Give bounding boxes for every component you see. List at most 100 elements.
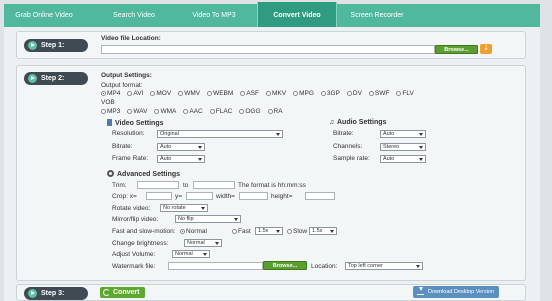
watermark-file-input[interactable] xyxy=(168,262,263,270)
step2-pill: Step 2: xyxy=(24,72,88,85)
app-window: Grab Online Video Search Video Video To … xyxy=(4,2,540,301)
refresh-icon xyxy=(103,289,110,296)
audio-bitrate-label: Bitrate: xyxy=(333,130,354,137)
volume-select[interactable]: Normal xyxy=(172,250,210,258)
radio-icon xyxy=(101,109,106,114)
radio-icon xyxy=(183,109,189,114)
radio-icon xyxy=(267,109,273,114)
arrow-right-icon xyxy=(28,74,37,83)
brightness-label: Change brightness: xyxy=(112,240,169,247)
format-option-aac[interactable]: AAC xyxy=(183,108,203,115)
browse-button[interactable]: Browse... xyxy=(435,45,478,54)
chevron-down-icon xyxy=(215,242,219,245)
tab-grab-online-video[interactable]: Grab Online Video xyxy=(8,4,80,27)
download-icon xyxy=(417,287,424,295)
chevron-down-icon xyxy=(198,146,202,149)
format-option-mp3[interactable]: MP3 xyxy=(101,108,120,115)
format-row-1b: VOB xyxy=(101,99,122,106)
format-option-flac[interactable]: FLAC xyxy=(209,108,232,115)
format-option-webm[interactable]: WEBM xyxy=(207,90,233,97)
format-option-mov[interactable]: MOV xyxy=(150,90,171,97)
channels-label: Channels: xyxy=(333,143,363,150)
trim-label: Trim: xyxy=(112,182,127,189)
format-option-ra[interactable]: RA xyxy=(267,108,283,115)
advanced-settings-heading: Advanced Settings xyxy=(107,170,180,178)
motion-slow-select[interactable]: 1.5x xyxy=(309,227,337,235)
format-option-dv[interactable]: DV xyxy=(346,90,362,97)
output-format-label: Output format: xyxy=(101,82,143,89)
format-row-1: MP4 AVI MOV WMV WEBM ASF MKV MPG 3GP DV SWF FLV xyxy=(101,90,421,97)
radio-icon xyxy=(207,91,213,96)
tab-screen-recorder[interactable]: Screen Recorder xyxy=(338,4,416,27)
step3-panel: Step 3: Convert Download Desktop Version xyxy=(16,284,526,301)
chevron-down-icon xyxy=(419,158,423,161)
format-option-asf[interactable]: ASF xyxy=(240,90,259,97)
video-bitrate-select[interactable]: Auto xyxy=(157,143,205,151)
radio-icon xyxy=(265,91,271,96)
output-settings-heading: Output Settings: xyxy=(101,72,152,79)
download-arrow-icon[interactable]: ⇣ xyxy=(480,44,492,54)
format-option-flv[interactable]: FLV xyxy=(396,90,414,97)
format-option-vob[interactable]: VOB xyxy=(101,99,115,106)
convert-button[interactable]: Convert xyxy=(100,287,146,298)
crop-y-label: y= xyxy=(175,193,183,200)
format-option-swf[interactable]: SWF xyxy=(368,90,389,97)
radio-icon xyxy=(320,91,326,96)
frame-rate-select[interactable]: Auto xyxy=(157,155,205,163)
chevron-down-icon xyxy=(276,133,280,136)
format-option-ogg[interactable]: OGG xyxy=(239,108,261,115)
channels-select[interactable]: Stereo xyxy=(380,143,426,151)
audio-bitrate-select[interactable]: Auto xyxy=(380,130,426,138)
format-option-wmv[interactable]: WMV xyxy=(178,90,200,97)
chevron-down-icon xyxy=(330,230,334,233)
sample-rate-select[interactable]: Auto xyxy=(380,155,426,163)
crop-height-input[interactable] xyxy=(305,192,335,200)
brightness-select[interactable]: Normal xyxy=(184,239,222,247)
gear-icon xyxy=(107,170,114,177)
file-location-input[interactable] xyxy=(101,45,435,54)
format-option-mp4[interactable]: MP4 xyxy=(101,90,120,97)
video-settings-heading: Video Settings xyxy=(107,119,164,127)
resolution-select[interactable]: Original xyxy=(157,130,283,138)
rotate-select[interactable]: No rotate xyxy=(160,204,208,212)
crop-x-input[interactable] xyxy=(146,192,172,200)
radio-icon xyxy=(346,91,352,96)
format-option-wma[interactable]: WMA xyxy=(154,108,176,115)
watermark-browse-button[interactable]: Browse... xyxy=(263,261,307,270)
trim-start-input[interactable] xyxy=(137,181,179,189)
crop-width-label: width= xyxy=(216,193,235,200)
trim-format-hint: The format is hh:mm:ss xyxy=(238,182,306,189)
tab-convert-video[interactable]: Convert Video xyxy=(257,2,337,27)
music-note-icon: ♫ xyxy=(329,119,335,126)
format-option-avi[interactable]: AVI xyxy=(127,90,143,97)
crop-x-label: Crop: x= xyxy=(112,193,137,200)
step1-label: Step 1: xyxy=(41,42,65,49)
motion-slow-option[interactable]: Slow xyxy=(287,228,307,235)
radio-icon xyxy=(150,91,156,96)
crop-y-input[interactable] xyxy=(186,192,213,200)
step3-pill: Step 3: xyxy=(24,287,88,300)
trim-end-input[interactable] xyxy=(193,181,235,189)
location-select[interactable]: Top left corner xyxy=(345,262,423,270)
format-option-3gp[interactable]: 3GP xyxy=(320,90,340,97)
step1-panel: Step 1: Video file Location: Browse... ⇣ xyxy=(16,31,526,59)
format-option-mkv[interactable]: MKV xyxy=(265,90,286,97)
tab-video-to-mp3[interactable]: Video To MP3 xyxy=(182,4,246,27)
tab-search-video[interactable]: Search Video xyxy=(104,4,164,27)
radio-icon xyxy=(287,229,292,234)
download-desktop-button[interactable]: Download Desktop Version xyxy=(413,286,500,298)
mirror-select[interactable]: No flip xyxy=(175,215,241,223)
step2-label: Step 2: xyxy=(41,75,65,82)
chevron-down-icon xyxy=(276,230,280,233)
motion-normal-option[interactable]: Normal xyxy=(180,228,207,235)
crop-width-input[interactable] xyxy=(239,192,268,200)
sample-rate-label: Sample rate: xyxy=(333,155,370,162)
file-location-label: Video file Location: xyxy=(101,35,161,42)
mirror-label: Mirror/flip video: xyxy=(112,216,159,223)
motion-fast-select[interactable]: 1.5x xyxy=(255,227,283,235)
step3-label: Step 3: xyxy=(41,290,65,297)
format-option-mpg[interactable]: MPG xyxy=(293,90,314,97)
trim-to-label: to xyxy=(183,182,189,189)
motion-fast-option[interactable]: Fast xyxy=(232,228,251,235)
format-option-wav[interactable]: WAV xyxy=(127,108,147,115)
